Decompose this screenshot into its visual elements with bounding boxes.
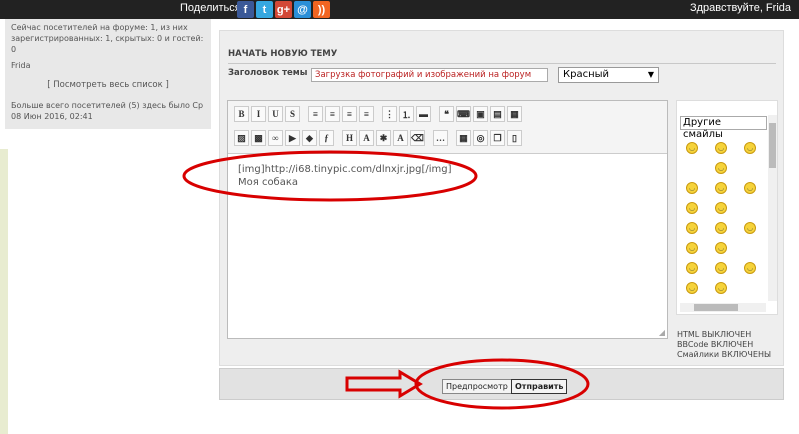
code-icon[interactable]: ⌨	[456, 106, 471, 122]
align-center-icon[interactable]: ≡	[325, 106, 340, 122]
share-icons: f t g+ @))	[237, 1, 330, 18]
heading-icon[interactable]: H	[342, 130, 357, 146]
strike-icon[interactable]: S	[285, 106, 300, 122]
editor-line: Моя собака	[238, 177, 299, 188]
dailymotion-icon[interactable]: ◆	[302, 130, 317, 146]
smiley-icon[interactable]: ◡	[715, 242, 727, 254]
smiley-icon[interactable]: ◡	[744, 142, 756, 154]
vertical-scrollbar[interactable]	[768, 115, 777, 301]
source-icon[interactable]: ▯	[507, 130, 522, 146]
smiley-icon[interactable]: ◡	[715, 262, 727, 274]
smiley-icon[interactable]: ◡	[686, 262, 698, 274]
googleplus-icon[interactable]: g+	[275, 1, 292, 18]
online-user[interactable]: Frida	[11, 60, 205, 71]
color-select[interactable]: Красный ▼	[558, 67, 659, 83]
smiley-icon[interactable]: ◡	[744, 222, 756, 234]
smiley-icon[interactable]: ◡	[715, 282, 727, 294]
bullet-list-icon[interactable]: ⋮	[382, 106, 397, 122]
color-select-value: Красный	[563, 69, 610, 80]
color-icon[interactable]: ✱	[376, 130, 391, 146]
flash-icon[interactable]: ƒ	[319, 130, 334, 146]
top-bar: Поделиться : f t g+ @)) Здравствуйте, Frida	[0, 0, 799, 19]
form-actions: Предпросмотр Отправить	[219, 368, 784, 400]
smiley-icon[interactable]: ◡	[715, 222, 727, 234]
bold-icon[interactable]: B	[234, 106, 249, 122]
align-left-icon[interactable]: ≡	[308, 106, 323, 122]
submit-button[interactable]: Отправить	[511, 379, 568, 394]
online-box: Сейчас посетителей на форуме: 1, из них …	[5, 19, 211, 129]
hosting-icon[interactable]: ▩	[251, 130, 266, 146]
horizontal-scrollbar[interactable]	[680, 303, 766, 312]
scrollbar-thumb[interactable]	[769, 123, 776, 168]
toolbar-row-2: ▨ ▩ ∞ ▶ ◆ ƒ H A ✱ A ⌫… ▦ ◎ ❐ ▯	[234, 130, 524, 146]
spoiler-icon[interactable]: ▣	[473, 106, 488, 122]
smiley-icon[interactable]: ◡	[686, 142, 698, 154]
twitter-icon[interactable]: t	[256, 1, 273, 18]
toolbar-row-1: B I U S ≡ ≡ ≡ ≡ ⋮ ⒈ ▬ ❝ ⌨ ▣ ▤ ▦	[234, 106, 524, 122]
editor-status: HTML ВЫКЛЮЧЕН BBCode ВКЛЮЧЕН Смайлики ВК…	[677, 330, 771, 360]
eraser-icon[interactable]: ⌫	[410, 130, 425, 146]
search-icon[interactable]: ◎	[473, 130, 488, 146]
smiley-select[interactable]: Другие смайлы	[680, 116, 767, 140]
left-strip	[0, 149, 8, 434]
calendar-icon[interactable]: ▦	[456, 130, 471, 146]
smiley-icon[interactable]: ◡	[686, 282, 698, 294]
smiley-icon[interactable]: ◡	[686, 242, 698, 254]
table-icon[interactable]: ▦	[507, 106, 522, 122]
facebook-icon[interactable]: f	[237, 1, 254, 18]
html-status: HTML ВЫКЛЮЧЕН	[677, 330, 752, 339]
youtube-icon[interactable]: ▶	[285, 130, 300, 146]
form-title: НАЧАТЬ НОВУЮ ТЕМУ	[228, 49, 338, 59]
editor-toolbar: B I U S ≡ ≡ ≡ ≡ ⋮ ⒈ ▬ ❝ ⌨ ▣ ▤ ▦ ▨ ▩ ∞ ▶ ◆ ƒ H A ✱ A ⌫… ▦ ◎ ❐ ▯	[228, 101, 667, 154]
italic-icon[interactable]: I	[251, 106, 266, 122]
left-sidebar: Сейчас посетителей на форуме: 1, из них …	[0, 19, 213, 434]
smiley-icon[interactable]: ◡	[715, 162, 727, 174]
hide-icon[interactable]: ▤	[490, 106, 505, 122]
underline-icon[interactable]: U	[268, 106, 283, 122]
preview-button[interactable]: Предпросмотр	[442, 379, 512, 394]
smiley-icon[interactable]: ◡	[744, 182, 756, 194]
smileys-status: Смайлики ВКЛЮЧЕНЫ	[677, 350, 772, 359]
smiley-icon[interactable]: ◡	[715, 202, 727, 214]
copy-icon[interactable]: ❐	[490, 130, 505, 146]
message-editor[interactable]: B I U S ≡ ≡ ≡ ≡ ⋮ ⒈ ▬ ❝ ⌨ ▣ ▤ ▦ ▨ ▩ ∞ ▶ ◆ ƒ H A ✱ A ⌫… ▦ ◎ ❐ ▯ [img]h…	[227, 100, 668, 339]
view-all-link[interactable]: [ Посмотреть весь список ]	[11, 80, 205, 91]
image-icon[interactable]: ▨	[234, 130, 249, 146]
editor-content[interactable]: [img]http://i68.tinypic.com/dlnxjr.jpg[/…	[238, 163, 452, 189]
visitors-text: Сейчас посетителей на форуме: 1, из них …	[11, 23, 204, 54]
smiley-icon[interactable]: ◡	[715, 182, 727, 194]
rss-icon[interactable]: ))	[313, 1, 330, 18]
smiley-icon[interactable]: ◡	[686, 222, 698, 234]
align-right-icon[interactable]: ≡	[342, 106, 357, 122]
scrollbar-thumb[interactable]	[694, 304, 738, 311]
quote-icon[interactable]: ❝	[439, 106, 454, 122]
more-icon[interactable]: …	[433, 130, 448, 146]
smileys-panel: Другие смайлы ◡ ◡ ◡ ◡ ◡ ◡ ◡ ◡ ◡ ◡ ◡ ◡ ◡ ◡ ◡ ◡ ◡ ◡ ◡	[676, 100, 778, 315]
smiley-icon[interactable]: ◡	[686, 202, 698, 214]
email-icon[interactable]: @	[294, 1, 311, 18]
smiley-icon[interactable]: ◡	[715, 142, 727, 154]
numbered-list-icon[interactable]: ⒈	[399, 106, 414, 122]
smiley-icon[interactable]: ◡	[744, 262, 756, 274]
form-divider	[228, 63, 776, 64]
smiley-icon[interactable]: ◡	[686, 182, 698, 194]
subject-input[interactable]: Загрузка фотографий и изображений на фор…	[311, 68, 548, 82]
resize-handle-icon[interactable]: ◢	[659, 328, 665, 337]
chevron-down-icon: ▼	[647, 70, 654, 79]
new-topic-form: НАЧАТЬ НОВУЮ ТЕМУ Заголовок темы Загрузк…	[219, 30, 784, 366]
bbcode-status: BBCode ВКЛЮЧЕН	[677, 340, 754, 349]
font-icon[interactable]: A	[393, 130, 408, 146]
link-icon[interactable]: ∞	[268, 130, 283, 146]
record-text: Больше всего посетителей (5) здесь было …	[11, 101, 204, 121]
hr-icon[interactable]: ▬	[416, 106, 431, 122]
subject-label: Заголовок темы	[228, 68, 308, 78]
font-size-icon[interactable]: A	[359, 130, 374, 146]
editor-line: [img]http://i68.tinypic.com/dlnxjr.jpg[/…	[238, 164, 452, 175]
align-justify-icon[interactable]: ≡	[359, 106, 374, 122]
greeting-text: Здравствуйте, Frida	[689, 2, 791, 14]
